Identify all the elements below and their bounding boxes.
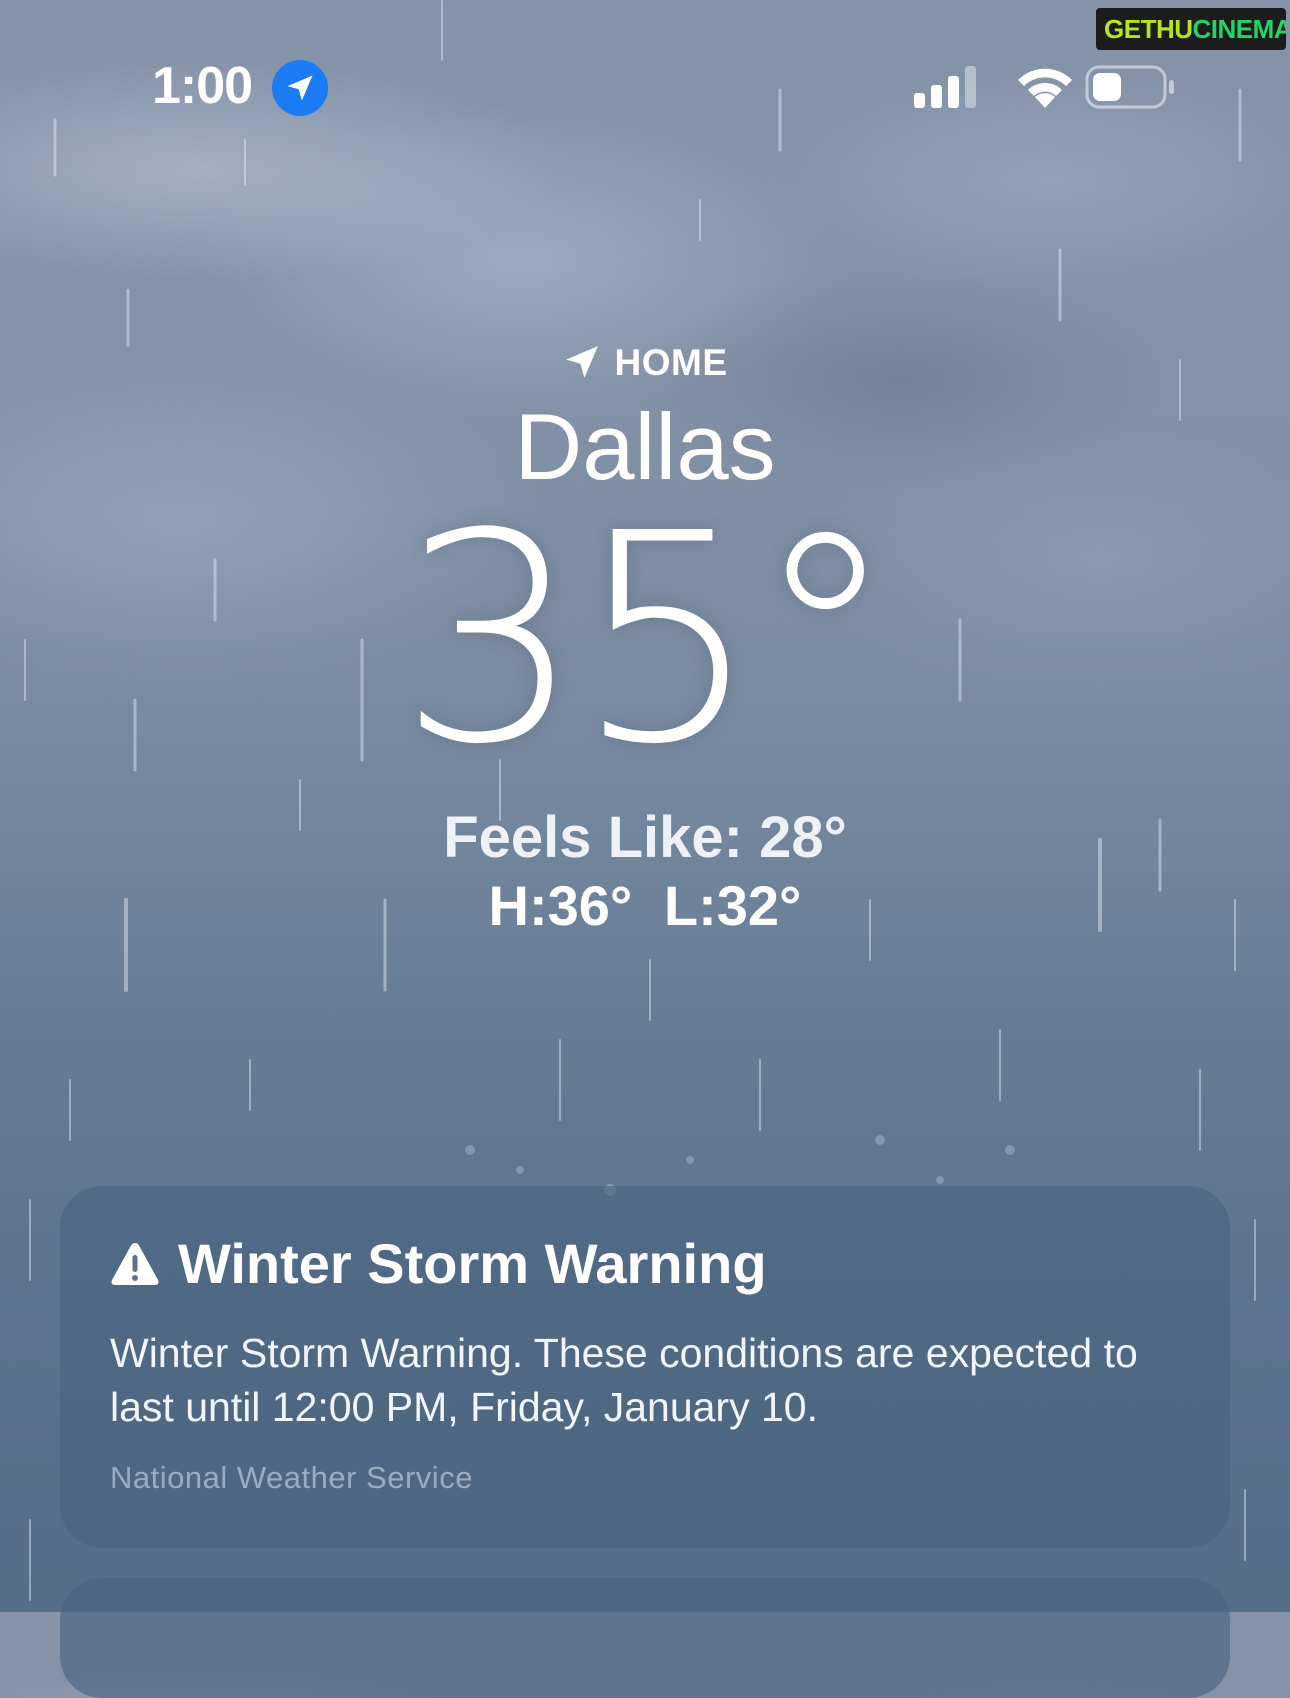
feels-like-temperature: Feels Like: 28° — [443, 805, 847, 870]
cellular-signal-icon — [914, 66, 976, 108]
low-temperature: L:32° — [663, 874, 802, 937]
watermark-part2: CINEMA — [1192, 14, 1287, 44]
alert-description: Winter Storm Warning. These conditions a… — [110, 1330, 1138, 1430]
location-label: HOME — [0, 340, 1290, 386]
current-temperature: 35° — [0, 490, 1290, 790]
location-arrow-icon — [565, 346, 598, 378]
current-temperature-value: 35° — [398, 472, 897, 807]
location-arrow-icon — [272, 60, 328, 116]
high-temperature: H:36° — [488, 874, 633, 937]
warning-triangle-icon — [111, 1243, 159, 1285]
alert-source: National Weather Service — [110, 1460, 473, 1495]
watermark-logo: GETHUCINEMA — [1096, 8, 1286, 50]
battery-icon — [1085, 65, 1174, 109]
alert-title: Winter Storm Warning — [110, 1232, 767, 1296]
wifi-icon — [1018, 68, 1072, 108]
watermark-part1: GETHU — [1104, 14, 1193, 44]
status-time: 1:00 — [152, 57, 253, 115]
next-forecast-card[interactable] — [60, 1578, 1230, 1698]
severe-weather-alert-card[interactable]: Winter Storm Warning Winter Storm Warnin… — [60, 1186, 1230, 1548]
high-low-temperature: H:36° L:32° — [0, 874, 1290, 938]
alert-title-text: Winter Storm Warning — [178, 1232, 767, 1295]
location-label-text: HOME — [614, 342, 728, 383]
